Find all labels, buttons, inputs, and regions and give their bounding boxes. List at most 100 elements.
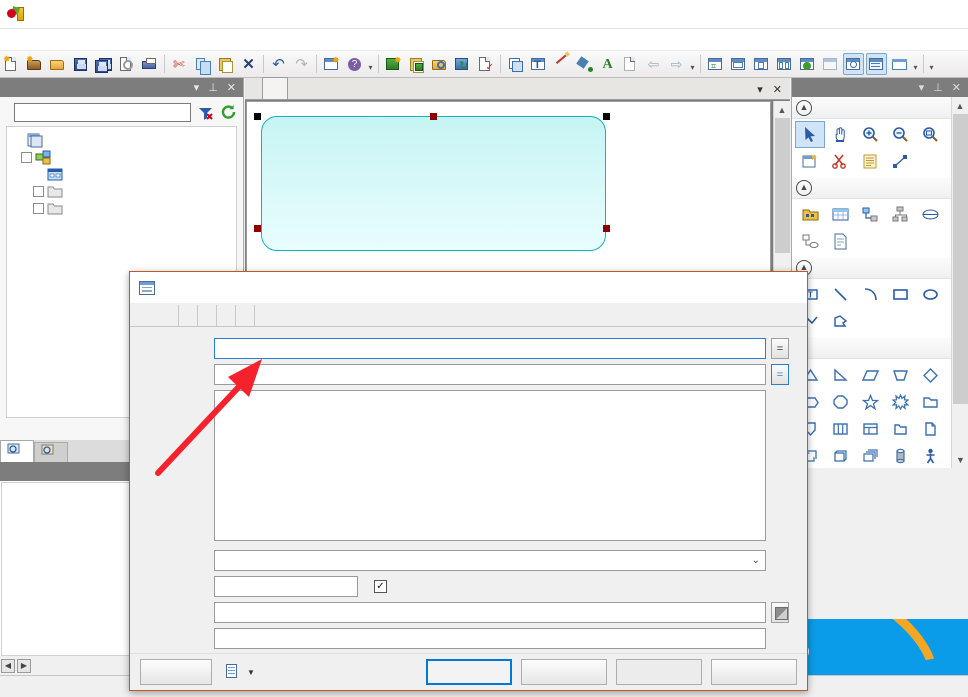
window-close-button[interactable] [922,0,968,29]
diagram-close-icon[interactable]: ✕ [773,83,782,96]
toolbar-overflow-4[interactable]: ▾ [927,53,936,75]
print-preview-icon[interactable] [116,53,137,75]
undo-icon[interactable]: ↶ [268,53,289,75]
file-tool-icon[interactable] [825,228,855,255]
print-dropdown-icon[interactable]: ▼ [247,668,255,677]
menu-repository[interactable] [114,38,132,42]
tab-subtypes[interactable] [198,305,217,326]
zoom-out-tool-icon[interactable] [885,121,915,148]
tree-node-diagram[interactable] [11,166,232,183]
apply-button[interactable] [616,659,702,685]
tree-node-data-items[interactable] [11,183,232,200]
toolbox-vertical-scrollbar[interactable]: ▲ ▼ [951,97,968,468]
dialog-maximize-button[interactable] [723,272,765,304]
tree-expand-toggle[interactable] [33,186,44,197]
scroll-up-arrow-icon[interactable]: ▲ [952,97,968,114]
refresh-browser-icon[interactable] [220,104,237,121]
relationship-tool-icon[interactable] [855,201,885,228]
parallelogram-symbol-icon[interactable] [855,361,885,388]
properties-tool-icon[interactable] [795,148,825,175]
keywords-input[interactable] [214,628,766,649]
fill-color-icon[interactable] [505,53,526,75]
menu-report[interactable] [96,38,114,42]
menu-window[interactable] [150,38,168,42]
chevron-down-icon[interactable]: ⌄ [752,555,760,566]
tree-expand-toggle[interactable] [33,203,44,214]
tree-node-entities[interactable] [11,200,232,217]
right-triangle-symbol-icon[interactable] [825,361,855,388]
print-report-icon[interactable] [225,664,240,680]
view-split-icon[interactable] [774,53,795,75]
pin-icon[interactable]: ⊥ [933,81,943,94]
actor-symbol-icon[interactable] [915,442,945,468]
result-list-icon[interactable] [889,53,910,75]
view-diagram-1-icon[interactable]: ⌗ [705,53,726,75]
new-package-icon[interactable]: ✸ [24,53,45,75]
save-icon[interactable] [70,53,91,75]
paste-icon[interactable] [215,53,236,75]
stereotype-combobox[interactable]: ⌄ [214,550,766,571]
paint-bucket-icon[interactable] [574,53,595,75]
selection-handle-top-mid[interactable] [430,113,437,120]
output-toggle-icon[interactable] [866,53,887,75]
tree-node-workspace[interactable] [11,132,232,149]
link-tool-icon[interactable] [885,148,915,175]
menu-symbol[interactable] [78,38,96,42]
cut-icon[interactable]: ✄ [169,53,190,75]
more-button[interactable] [140,659,212,685]
scroll-down-arrow-icon[interactable]: ▼ [952,451,968,468]
cancel-button[interactable] [521,659,607,685]
ok-button[interactable] [426,659,512,685]
name-input[interactable] [214,338,766,359]
object-browser-toggle-icon[interactable] [843,53,864,75]
scroll-thumb[interactable] [775,118,790,253]
tab-identifiers[interactable] [179,305,198,326]
name-equals-button[interactable]: = [771,338,789,359]
open-folder-symbol-icon[interactable] [885,415,915,442]
browser-tab-repository[interactable] [34,442,68,462]
delete-icon[interactable]: ✕ [238,53,259,75]
delete-tool-icon[interactable] [825,148,855,175]
package-tool-icon[interactable] [795,201,825,228]
code-equals-button[interactable]: = [771,364,789,385]
folder-symbol-icon[interactable] [915,388,945,415]
view-world-icon[interactable] [797,53,818,75]
parent-entity-select-button[interactable] [771,602,789,623]
parent-entity-input[interactable] [214,602,766,623]
menu-model[interactable] [60,38,78,42]
shadow-icon[interactable]: T [528,53,549,75]
export-icon[interactable] [620,53,641,75]
save-all-icon[interactable] [93,53,114,75]
chevron-up-icon[interactable]: ▲ [796,179,812,196]
association-tool-icon[interactable] [915,201,945,228]
trapezoid-symbol-icon[interactable] [885,361,915,388]
help-button[interactable] [711,659,797,685]
tree-node-model[interactable] [11,149,232,166]
toolbox-section-conceptual-diagram[interactable]: ▲ [792,177,952,199]
toolbar-overflow-3[interactable]: ▾ [911,53,920,75]
grabber-tool-icon[interactable] [825,121,855,148]
code-input[interactable] [214,364,766,385]
scroll-up-arrow-icon[interactable]: ▲ [774,101,790,118]
toolbox-section-predefined-symbols[interactable]: ▲ [792,337,952,359]
polygon-symbol-icon[interactable] [825,308,855,335]
output-tab-prev-button[interactable]: ◀ [1,659,15,673]
refresh-icon[interactable]: ↻ [452,53,473,75]
association-link-tool-icon[interactable] [795,228,825,255]
view-page-icon[interactable] [751,53,772,75]
note-tool-icon[interactable] [855,148,885,175]
check-model-icon[interactable]: ✓ [475,53,496,75]
scroll-thumb[interactable] [953,114,968,404]
new-diagram-icon[interactable]: ✸ [383,53,404,75]
arc-symbol-icon[interactable] [855,281,885,308]
pin-icon[interactable]: ⊥ [208,81,218,94]
menu-view[interactable] [42,38,60,42]
selection-handle-top-left[interactable] [254,113,261,120]
pointer-tool-icon[interactable] [795,121,825,148]
toolbox-section-free-symbols[interactable]: ▲ [792,257,952,279]
font-icon[interactable]: A [597,53,618,75]
view-hidden-icon[interactable] [820,53,841,75]
properties-icon[interactable]: ✸ [321,53,342,75]
menu-file[interactable] [6,38,24,42]
redo-icon[interactable]: ↷ [291,53,312,75]
